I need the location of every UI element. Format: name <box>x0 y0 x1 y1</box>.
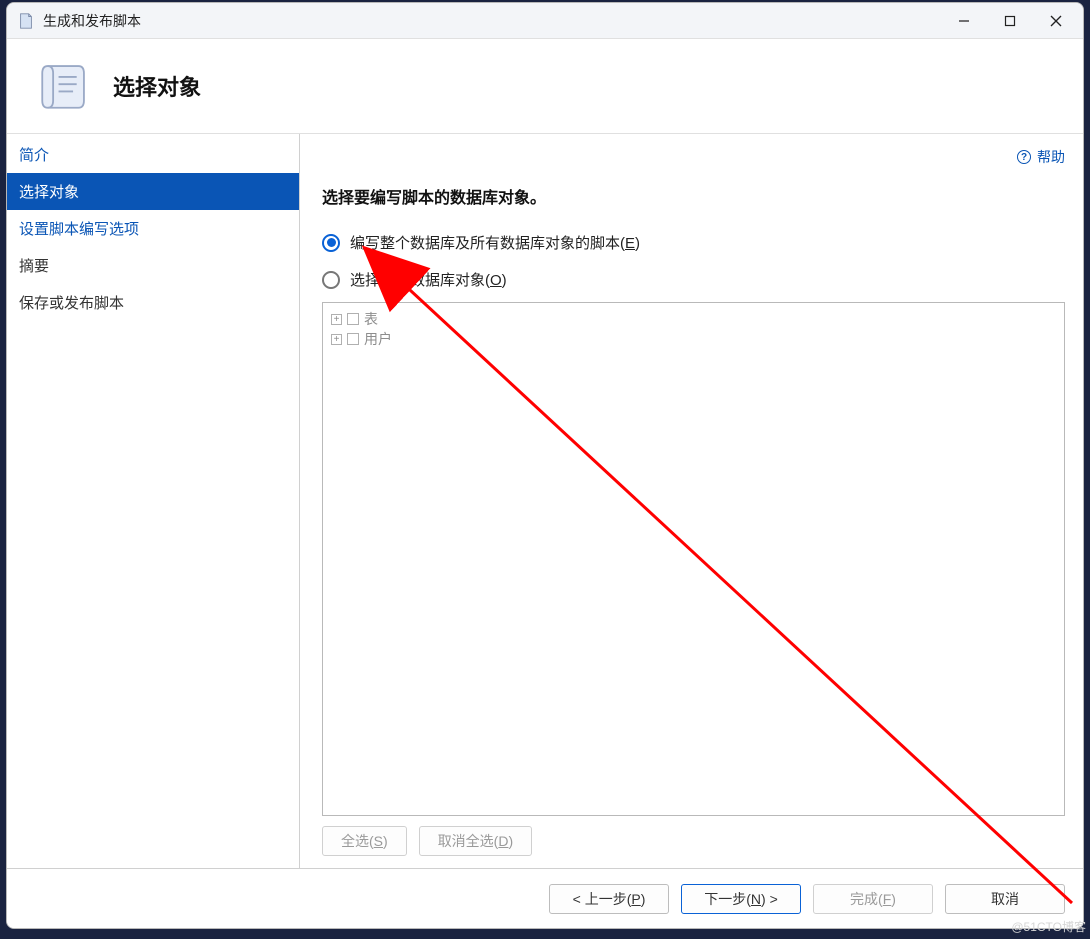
instruction-text: 选择要编写脚本的数据库对象。 <box>322 184 1065 208</box>
help-icon: ? <box>1017 150 1031 164</box>
radio-checked-icon <box>322 234 340 252</box>
sidebar-item-summary[interactable]: 摘要 <box>7 247 299 284</box>
script-icon <box>17 12 35 30</box>
sidebar-item-options[interactable]: 设置脚本编写选项 <box>7 210 299 247</box>
radio-script-entire-db[interactable]: 编写整个数据库及所有数据库对象的脚本(E) <box>322 232 1065 253</box>
expand-icon[interactable]: + <box>331 334 342 345</box>
radio-label: 选择特定数据库对象(O) <box>350 269 507 290</box>
page-title: 选择对象 <box>113 70 201 102</box>
selection-buttons: 全选(S) 取消全选(D) <box>322 826 1065 856</box>
scroll-icon <box>35 57 93 115</box>
wizard-body: 简介 选择对象 设置脚本编写选项 摘要 保存或发布脚本 ? 帮助 选择要编写脚本… <box>7 134 1083 868</box>
checkbox[interactable] <box>347 313 359 325</box>
object-tree[interactable]: + 表 + 用户 <box>322 302 1065 816</box>
titlebar: 生成和发布脚本 <box>7 3 1083 39</box>
radio-unchecked-icon <box>322 271 340 289</box>
sidebar: 简介 选择对象 设置脚本编写选项 摘要 保存或发布脚本 <box>7 134 300 868</box>
radio-select-specific[interactable]: 选择特定数据库对象(O) <box>322 269 1065 290</box>
tree-item-tables[interactable]: + 表 <box>331 309 1056 329</box>
back-button[interactable]: < 上一步(P) <box>549 884 669 914</box>
close-button[interactable] <box>1033 5 1079 37</box>
content-pane: ? 帮助 选择要编写脚本的数据库对象。 编写整个数据库及所有数据库对象的脚本(E… <box>300 134 1083 868</box>
select-all-button[interactable]: 全选(S) <box>322 826 407 856</box>
minimize-button[interactable] <box>941 5 987 37</box>
wizard-footer: < 上一步(P) 下一步(N) > 完成(F) 取消 <box>7 868 1083 928</box>
watermark: @51CTO博客 <box>1011 918 1086 935</box>
sidebar-item-intro[interactable]: 简介 <box>7 136 299 173</box>
help-label: 帮助 <box>1037 147 1065 167</box>
tree-label: 表 <box>364 309 378 329</box>
expand-icon[interactable]: + <box>331 314 342 325</box>
finish-button[interactable]: 完成(F) <box>813 884 933 914</box>
tree-label: 用户 <box>364 329 392 349</box>
tree-item-users[interactable]: + 用户 <box>331 329 1056 349</box>
deselect-all-button[interactable]: 取消全选(D) <box>419 826 532 856</box>
sidebar-item-select-objects[interactable]: 选择对象 <box>7 173 299 210</box>
checkbox[interactable] <box>347 333 359 345</box>
window-title: 生成和发布脚本 <box>43 11 941 31</box>
sidebar-item-save-publish[interactable]: 保存或发布脚本 <box>7 284 299 321</box>
window-controls <box>941 5 1079 37</box>
radio-label: 编写整个数据库及所有数据库对象的脚本(E) <box>350 232 640 253</box>
wizard-window: 生成和发布脚本 选择对象 简介 <box>6 2 1084 929</box>
cancel-button[interactable]: 取消 <box>945 884 1065 914</box>
next-button[interactable]: 下一步(N) > <box>681 884 801 914</box>
wizard-header: 选择对象 <box>7 39 1083 134</box>
help-link[interactable]: ? 帮助 <box>322 144 1065 170</box>
maximize-button[interactable] <box>987 5 1033 37</box>
